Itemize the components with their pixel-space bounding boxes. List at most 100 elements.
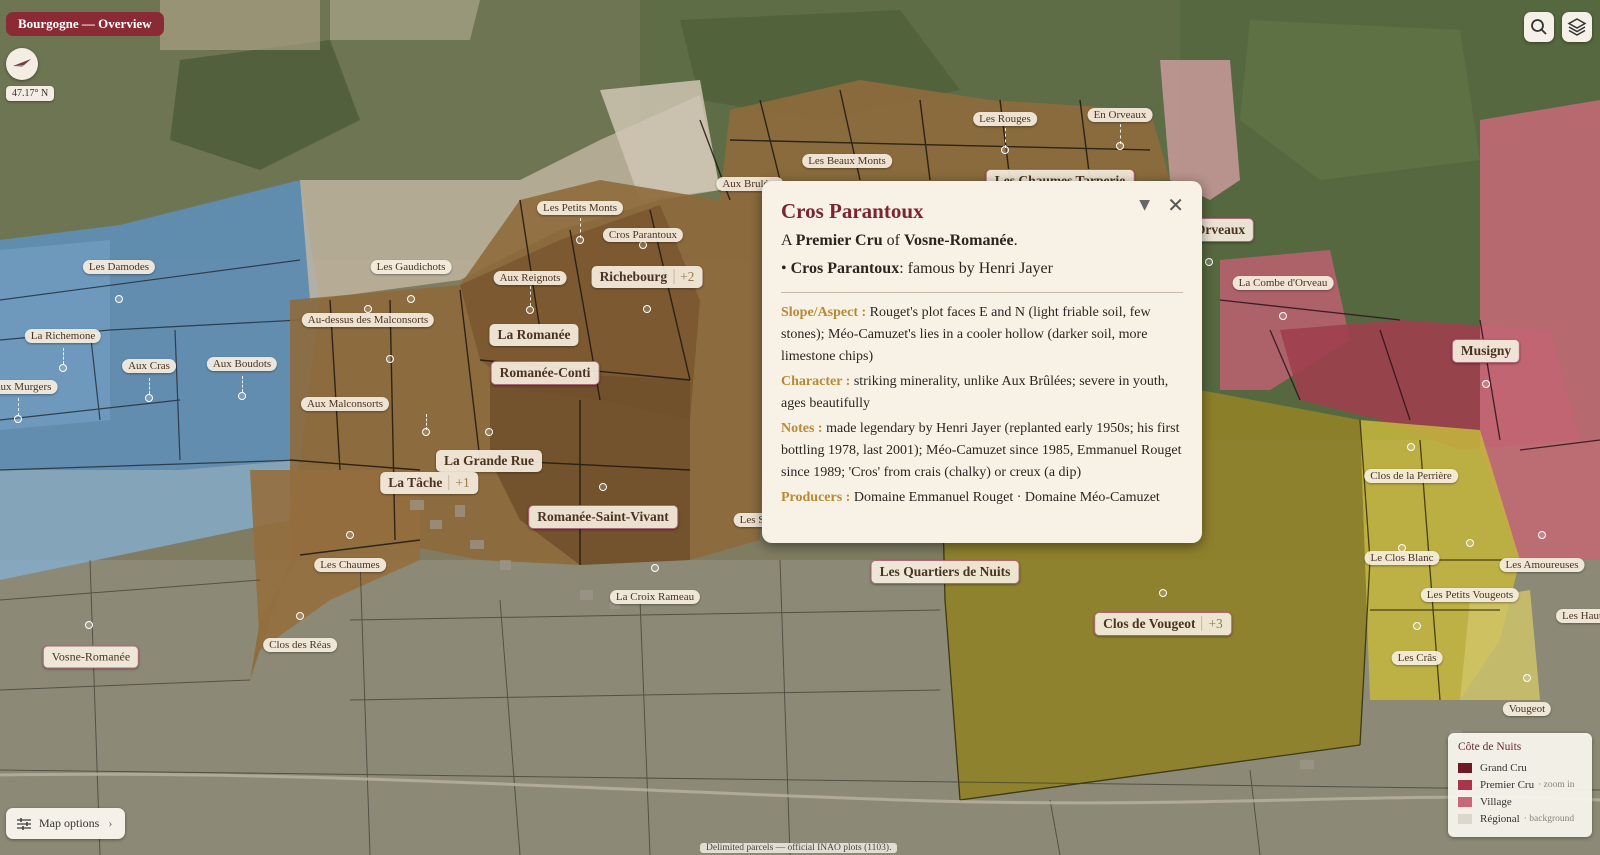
parcel-pin[interactable] — [599, 483, 607, 491]
map-options-button[interactable]: Map options › — [6, 808, 125, 839]
parcel-pin[interactable] — [364, 305, 372, 313]
parcel-label-clos-de-vougeot[interactable]: Clos de Vougeot +3 — [1094, 612, 1232, 636]
legend-item[interactable]: Régional · background — [1458, 810, 1582, 827]
parcel-label[interactable]: Vosne-Romanée — [42, 645, 140, 669]
parcel-pin[interactable] — [238, 392, 246, 400]
parcel-name: Clos de Vougeot — [1103, 616, 1196, 631]
parcel-pin[interactable] — [643, 305, 651, 313]
row-key: Producers : — [781, 490, 851, 505]
layers-button[interactable] — [1562, 12, 1592, 42]
parcel-pin[interactable] — [59, 364, 67, 372]
parcel-label[interactable]: Les Rouges — [973, 112, 1037, 126]
subtitle-suffix: . — [1013, 232, 1018, 249]
legend-item[interactable]: Village — [1458, 793, 1582, 810]
parcel-pin[interactable] — [145, 394, 153, 402]
parcel-label[interactable]: La Richemone — [24, 329, 102, 343]
popup-bullet: • Cros Parantoux: famous by Henri Jayer — [781, 260, 1183, 278]
parcel-pin[interactable] — [1523, 674, 1531, 682]
parcel-pin[interactable] — [1538, 531, 1546, 539]
close-icon[interactable]: ✕ — [1167, 193, 1184, 217]
parcel-pin[interactable] — [639, 241, 647, 249]
parcel-pin[interactable] — [1413, 622, 1421, 630]
parcel-label[interactable]: Le Clos Blanc — [1364, 551, 1440, 565]
parcel-label[interactable]: Aux Cras — [122, 359, 176, 373]
parcel-pin[interactable] — [1159, 589, 1167, 597]
parcel-pin[interactable] — [485, 428, 493, 436]
parcel-pin[interactable] — [1279, 312, 1287, 320]
parcel-label[interactable]: Cros Parantoux — [602, 228, 684, 242]
collapse-toggle-button[interactable]: ▼ — [1139, 197, 1150, 213]
parcel-pin[interactable] — [1001, 146, 1009, 154]
legend-label: Régional — [1480, 812, 1520, 825]
bullet-name: Cros Parantoux — [790, 260, 900, 277]
parcel-label[interactable]: Les Petits Vougeots — [1420, 588, 1520, 602]
parcel-label-richebourg[interactable]: Richebourg +2 — [591, 266, 703, 288]
compass-button[interactable] — [6, 48, 38, 80]
popup-row-character: Character : striking minerality, unlike … — [781, 371, 1183, 415]
parcel-pin[interactable] — [386, 355, 394, 363]
parcel-label[interactable]: Les Quartiers de Nuits — [870, 560, 1020, 584]
parcel-label[interactable]: Les Gaudichots — [370, 260, 452, 274]
parcel-info-popup: ▼ ✕ Cros Parantoux A Premier Cru of Vosn… — [762, 181, 1202, 543]
parcel-label[interactable]: Romanée-Conti — [490, 361, 600, 385]
parcel-label[interactable]: Les Chaumes — [314, 558, 386, 572]
legend-item[interactable]: Grand Cru — [1458, 759, 1582, 776]
parcel-pin[interactable] — [1116, 142, 1124, 150]
parcel-pin[interactable] — [1482, 380, 1490, 388]
popup-subtitle: A Premier Cru of Vosne-Romanée. — [781, 232, 1183, 250]
parcel-label[interactable]: Les Beaux Monts — [802, 154, 892, 168]
parcel-label[interactable]: Les Petits Monts — [537, 201, 623, 215]
parcel-label[interactable]: Les Damodes — [82, 260, 156, 274]
parcel-pin[interactable] — [85, 621, 93, 629]
search-button[interactable] — [1524, 12, 1554, 42]
map-legend: Côte de Nuits Grand Cru Premier Cru · zoo… — [1448, 733, 1592, 837]
parcel-label[interactable]: La Romanée — [489, 324, 579, 346]
parcel-pin[interactable] — [1205, 258, 1213, 266]
parcel-label[interactable]: Aux Malconsorts — [300, 397, 390, 411]
parcel-label[interactable]: Les Amoureuses — [1499, 558, 1585, 572]
parcel-pin[interactable] — [296, 612, 304, 620]
legend-label: Grand Cru — [1480, 761, 1527, 774]
parcel-pin[interactable] — [14, 415, 22, 423]
parcel-label[interactable]: Au-dessus des Malconsorts — [301, 313, 435, 327]
region-title-badge[interactable]: Bourgogne — Overview — [6, 12, 164, 36]
row-text: made legendary by Henri Jayer (replanted… — [781, 421, 1182, 480]
parcel-label-la-tache[interactable]: La Tâche +1 — [380, 472, 478, 494]
row-text: Domaine Emmanuel Rouget · Domaine Méo-Ca… — [850, 490, 1160, 505]
parcel-pin[interactable] — [526, 306, 534, 314]
search-icon — [1531, 19, 1547, 35]
parcel-label[interactable]: La Croix Rameau — [609, 590, 701, 604]
parcel-label[interactable]: Romanée-Saint-Vivant — [528, 505, 678, 529]
compass-icon — [13, 59, 31, 67]
attribution-footer: Delimited parcels — official INAO plots … — [700, 843, 898, 853]
popup-divider — [781, 292, 1183, 293]
parcel-pin[interactable] — [651, 564, 659, 572]
parcel-pin[interactable] — [422, 428, 430, 436]
parcel-pin[interactable] — [576, 236, 584, 244]
parcel-pin[interactable] — [1407, 443, 1415, 451]
parcel-label[interactable]: La Combe d'Orveau — [1232, 276, 1334, 290]
legend-item[interactable]: Premier Cru · zoom in — [1458, 776, 1582, 793]
parcel-label[interactable]: La Grande Rue — [435, 450, 543, 472]
parcel-label[interactable]: Aux Reignots — [493, 271, 567, 285]
parcel-label[interactable]: Musigny — [1451, 339, 1521, 363]
parcel-pin[interactable] — [115, 295, 123, 303]
parcel-label[interactable]: Vougeot — [1502, 702, 1552, 716]
parcel-label[interactable]: Les Haut — [1555, 609, 1600, 623]
parcel-label[interactable]: Aux Murgers — [0, 380, 58, 394]
parcel-pin[interactable] — [1466, 539, 1474, 547]
parcel-pin[interactable] — [407, 295, 415, 303]
parcel-label[interactable]: Aux Boudots — [206, 357, 278, 371]
parcel-count: +3 — [1201, 616, 1223, 631]
row-key: Notes : — [781, 421, 823, 436]
legend-swatch — [1458, 762, 1472, 773]
popup-row-notes: Notes : made legendary by Henri Jayer (r… — [781, 418, 1183, 484]
parcel-label[interactable]: Clos de la Perrière — [1364, 469, 1458, 483]
chevron-right-icon: › — [108, 816, 113, 830]
parcel-label[interactable]: En Orveaux — [1087, 108, 1153, 122]
layers-icon — [1567, 18, 1587, 36]
parcel-label[interactable]: Clos des Réas — [263, 638, 337, 652]
parcel-pin[interactable] — [346, 531, 354, 539]
parcel-label[interactable]: Les Crâs — [1391, 651, 1443, 665]
parcel-name: Richebourg — [599, 269, 668, 284]
